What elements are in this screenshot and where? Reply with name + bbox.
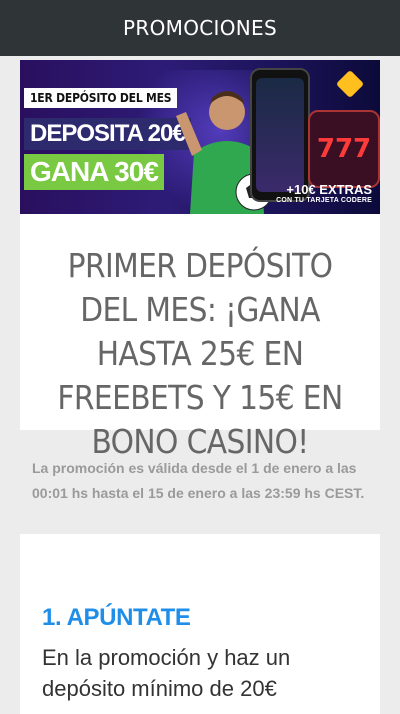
banner-tag: 1ER DEPÓSITO DEL MES <box>24 88 178 108</box>
step-card: 1. APÚNTATE En la promoción y haz un dep… <box>20 534 380 714</box>
page-title: PROMOCIONES <box>123 16 277 40</box>
header-bar: PROMOCIONES <box>0 0 400 56</box>
step-text: En la promoción y haz un depósito mínimo… <box>42 645 291 701</box>
promo-headline-card: PRIMER DEPÓSITO DEL MES: ¡GANA HASTA 25€… <box>20 214 380 461</box>
promo-headline: PRIMER DEPÓSITO DEL MES: ¡GANA HASTA 25€… <box>57 246 343 461</box>
step-title: 1. APÚNTATE <box>42 604 191 631</box>
slot-machine-illustration: 777 <box>308 110 380 188</box>
extra-bonus-text: +10€ EXTRAS <box>286 182 372 197</box>
extra-bonus-subtext: CON TU TARJETA CODERE <box>276 197 372 204</box>
banner-win-text: GANA 30€ <box>24 154 164 190</box>
extra-bonus-label: +10€ EXTRAS CON TU TARJETA CODERE <box>276 182 372 204</box>
validity-note: La promoción es válida desde el 1 de ene… <box>32 460 365 501</box>
banner-deposit-text: DEPOSITA 20€ <box>24 118 191 150</box>
diamond-icon <box>335 69 365 99</box>
phone-screen <box>256 78 304 192</box>
promo-banner[interactable]: 1ER DEPÓSITO DEL MES DEPOSITA 20€ GANA 3… <box>20 60 380 214</box>
